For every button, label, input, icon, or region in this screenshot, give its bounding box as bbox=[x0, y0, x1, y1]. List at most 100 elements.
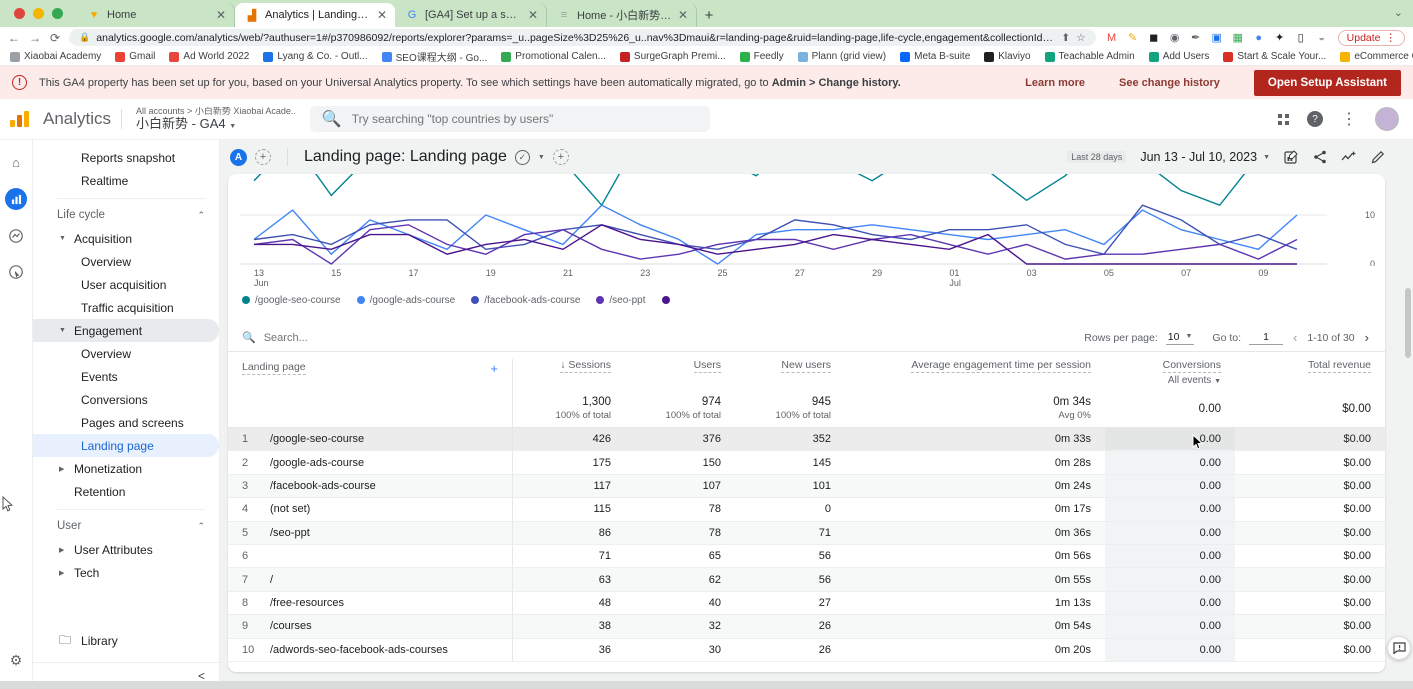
feedback-button[interactable] bbox=[1387, 636, 1411, 660]
table-row[interactable]: 1/google-seo-course4263763520m 33s0.00$0… bbox=[228, 428, 1385, 451]
edit-report-icon[interactable] bbox=[1371, 150, 1385, 164]
bookmark-item[interactable]: Gmail bbox=[115, 51, 155, 62]
user-avatar[interactable] bbox=[1375, 107, 1399, 131]
kebab-menu-icon[interactable]: ⋮ bbox=[1341, 109, 1357, 129]
window-maximize-button[interactable] bbox=[52, 8, 63, 19]
sidebar-item-traffic-acquisition[interactable]: Traffic acquisition bbox=[33, 296, 219, 319]
forward-button[interactable]: → bbox=[29, 31, 41, 45]
sidebar-item-engagement[interactable]: ▼Engagement bbox=[33, 319, 219, 342]
report-title-dropdown-icon[interactable]: ▼ bbox=[538, 154, 545, 161]
table-row[interactable]: 4(not set)1157800m 17s0.00$0.00 bbox=[228, 498, 1385, 521]
bookmark-star-icon[interactable]: ☆ bbox=[1076, 32, 1085, 44]
table-row[interactable]: 8/free-resources4840271m 13s0.00$0.00 bbox=[228, 592, 1385, 615]
bookmark-item[interactable]: Feedly bbox=[740, 51, 784, 62]
column-landing-page[interactable]: Landing page bbox=[242, 361, 306, 375]
sidebar-item-reports-snapshot[interactable]: Reports snapshot bbox=[33, 146, 219, 169]
window-close-button[interactable] bbox=[14, 8, 25, 19]
google-apps-icon[interactable] bbox=[1278, 114, 1289, 125]
bookmark-item[interactable]: Klaviyo bbox=[984, 51, 1030, 62]
account-switcher[interactable]: All accounts > 小白新势 Xiaobai Acade.. 小白新势… bbox=[136, 107, 296, 131]
bookmark-item[interactable]: Start & Scale Your... bbox=[1223, 51, 1326, 62]
table-row[interactable]: 9/courses3832260m 54s0.00$0.00 bbox=[228, 615, 1385, 638]
page-scrollbar-thumb[interactable] bbox=[1405, 288, 1411, 358]
window-minimize-button[interactable] bbox=[33, 8, 44, 19]
global-search[interactable]: 🔍 bbox=[310, 106, 710, 132]
sidebar-item-landing-page[interactable]: Landing page bbox=[33, 434, 219, 457]
customize-chart-icon[interactable] bbox=[1284, 150, 1299, 165]
table-row[interactable]: 10/adwords-seo-facebook-ads-courses36302… bbox=[228, 639, 1385, 662]
tab-close-icon[interactable]: ✕ bbox=[528, 8, 538, 22]
sidebar-item-overview[interactable]: Overview bbox=[33, 342, 219, 365]
bookmark-item[interactable]: Add Users bbox=[1149, 51, 1210, 62]
share-page-icon[interactable]: ⬆ bbox=[1061, 32, 1070, 44]
table-row[interactable]: 2/google-ads-course1751501450m 28s0.00$0… bbox=[228, 451, 1385, 474]
sidebar-item-user-attributes[interactable]: ▶User Attributes bbox=[33, 538, 219, 561]
help-icon[interactable]: ? bbox=[1307, 111, 1323, 127]
browser-menu-icon[interactable]: ⋮ bbox=[1386, 32, 1397, 44]
browser-tab[interactable]: ≡Home - 小白新势学院✕ bbox=[547, 3, 697, 27]
open-setup-assistant-button[interactable]: Open Setup Assistant bbox=[1254, 70, 1401, 96]
device-icon[interactable]: ▯ bbox=[1294, 31, 1308, 44]
learn-more-link[interactable]: Learn more bbox=[1025, 77, 1085, 89]
material-icon[interactable]: ◼ bbox=[1147, 31, 1161, 44]
explore-nav-icon[interactable] bbox=[6, 226, 26, 246]
legend-item[interactable]: /seo-ppt bbox=[596, 295, 645, 306]
search-input[interactable] bbox=[352, 112, 698, 126]
insights-icon[interactable] bbox=[1341, 150, 1357, 164]
chevron-right-icon[interactable]: ▶ bbox=[59, 546, 66, 554]
rows-per-page-select[interactable]: 10▼ bbox=[1166, 331, 1195, 345]
legend-item[interactable]: /facebook-ads-course bbox=[471, 295, 580, 306]
gmail-icon[interactable]: M bbox=[1105, 32, 1119, 44]
share-report-icon[interactable] bbox=[1313, 150, 1327, 164]
chevron-down-icon[interactable]: ▼ bbox=[59, 327, 66, 334]
camera-icon[interactable]: ◉ bbox=[1168, 31, 1182, 44]
bookmark-item[interactable]: Xiaobai Academy bbox=[10, 51, 101, 62]
home-nav-icon[interactable]: ⌂ bbox=[6, 152, 26, 172]
table-row[interactable]: 5/seo-ppt8678710m 36s0.00$0.00 bbox=[228, 522, 1385, 545]
chrome-update-button[interactable]: Update⋮ bbox=[1338, 30, 1405, 46]
browser-tab[interactable]: ♥Home✕ bbox=[77, 3, 235, 27]
app-blue-icon[interactable]: ▣ bbox=[1210, 31, 1224, 44]
browser-tab[interactable]: G[GA4] Set up a scroll conversi✕ bbox=[395, 3, 547, 27]
sidebar-item-pages-and-screens[interactable]: Pages and screens bbox=[33, 411, 219, 434]
bookmark-item[interactable]: Lyang & Co. - Outl... bbox=[263, 51, 367, 62]
bookmark-item[interactable]: Ad World 2022 bbox=[169, 51, 249, 62]
sidebar-item-retention[interactable]: Retention bbox=[33, 480, 219, 503]
add-comparison-button[interactable]: + bbox=[255, 149, 271, 165]
prev-page-button[interactable]: ‹ bbox=[1291, 330, 1299, 345]
see-change-history-link[interactable]: See change history bbox=[1119, 77, 1220, 89]
sidebar-item-events[interactable]: Events bbox=[33, 365, 219, 388]
table-row[interactable]: 67165560m 56s0.00$0.00 bbox=[228, 545, 1385, 568]
tab-search-chevron-icon[interactable]: ⌄ bbox=[1394, 6, 1403, 19]
column-avg-engagement[interactable]: Average engagement time per session bbox=[911, 359, 1091, 373]
date-range-picker[interactable]: Jun 13 - Jul 10, 2023▼ bbox=[1140, 150, 1270, 164]
table-row[interactable]: 3/facebook-ads-course1171071010m 24s0.00… bbox=[228, 475, 1385, 498]
new-tab-button[interactable]: + bbox=[697, 3, 721, 27]
advertising-nav-icon[interactable] bbox=[6, 262, 26, 282]
sidebar-item-monetization[interactable]: ▶Monetization bbox=[33, 457, 219, 480]
sidebar-section-user[interactable]: User⌃ bbox=[33, 514, 219, 538]
bookmark-item[interactable]: Meta B-suite bbox=[900, 51, 970, 62]
conversions-event-filter[interactable]: All events ▼ bbox=[1119, 375, 1221, 386]
column-total-revenue[interactable]: Total revenue bbox=[1308, 359, 1371, 373]
admin-gear-icon[interactable]: ⚙ bbox=[6, 650, 26, 670]
table-row[interactable]: 7/6362560m 55s0.00$0.00 bbox=[228, 568, 1385, 591]
add-report-tab-button[interactable]: + bbox=[553, 149, 569, 165]
sidebar-item-acquisition[interactable]: ▼Acquisition bbox=[33, 227, 219, 250]
sidebar-item-overview[interactable]: Overview bbox=[33, 250, 219, 273]
goto-page-input[interactable]: 1 bbox=[1249, 331, 1283, 345]
column-sessions[interactable]: ↓ Sessions bbox=[560, 359, 611, 373]
legend-item[interactable]: /google-seo-course bbox=[242, 295, 341, 306]
analytics-logo-icon[interactable] bbox=[10, 111, 29, 127]
chevron-right-icon[interactable]: ▶ bbox=[59, 569, 66, 577]
sidebar-section-life-cycle[interactable]: Life cycle⌃ bbox=[33, 203, 219, 227]
browser-tab[interactable]: ▟Analytics | Landing page: Land✕ bbox=[235, 3, 395, 27]
pen-icon[interactable]: ✎ bbox=[1126, 31, 1140, 44]
next-page-button[interactable]: › bbox=[1363, 330, 1371, 345]
column-conversions[interactable]: Conversions bbox=[1163, 359, 1221, 373]
sidebar-item-realtime[interactable]: Realtime bbox=[33, 169, 219, 192]
collapse-chevron-icon[interactable]: ⌃ bbox=[197, 210, 205, 221]
address-bar[interactable]: 🔒 analytics.google.com/analytics/web/?au… bbox=[69, 29, 1096, 46]
sidebar-item-user-acquisition[interactable]: User acquisition bbox=[33, 273, 219, 296]
bookmark-item[interactable]: SurgeGraph Premi... bbox=[620, 51, 726, 62]
